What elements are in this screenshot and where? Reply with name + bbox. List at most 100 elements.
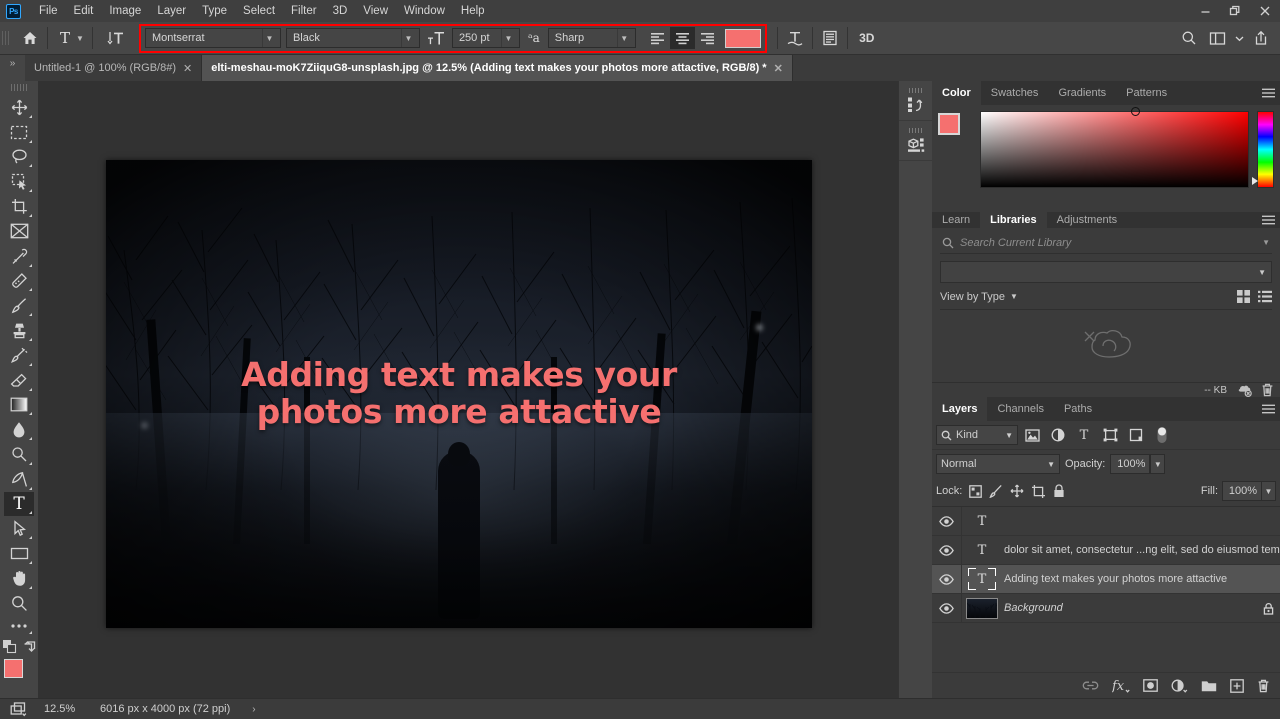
spot-healing-brush-tool[interactable] [4,269,34,294]
tools-panel-grip[interactable] [11,84,27,91]
blend-mode-select[interactable]: Normal ▼ [936,454,1060,474]
chevron-down-icon[interactable]: ▼ [76,34,84,43]
foreground-color-swatch[interactable] [938,113,960,135]
rectangular-marquee-tool[interactable] [4,120,34,145]
menu-3d[interactable]: 3D [325,2,356,20]
shape-filter-icon[interactable] [1098,425,1122,445]
document-tab-untitled-1[interactable]: Untitled-1 @ 100% (RGB/8#) ✕ [25,55,203,81]
pen-tool[interactable] [4,467,34,492]
layer-name[interactable]: Background [1002,602,1256,614]
layer-name[interactable]: Adding text makes your photos more attac… [1002,573,1280,585]
grid-view-icon[interactable] [1237,290,1250,303]
edit-toolbar-button[interactable] [4,616,34,636]
menu-select[interactable]: Select [235,2,283,20]
anti-alias-select[interactable]: Sharp ▼ [547,28,636,48]
three-d-button[interactable]: 3D [852,26,882,50]
document-tab-elti-meshau[interactable]: elti-meshau-moK7ZiiquG8-unsplash.jpg @ 1… [202,55,793,81]
font-style-select[interactable]: Black ▼ [285,28,420,48]
color-panel-swatches[interactable] [938,113,972,147]
brush-tool[interactable] [4,293,34,318]
text-orientation-icon[interactable] [103,26,129,50]
menu-file[interactable]: File [31,2,66,20]
menu-type[interactable]: Type [194,2,235,20]
tab-channels[interactable]: Channels [987,397,1054,421]
chevron-down-icon[interactable]: ▼ [1150,454,1166,474]
layer-name[interactable]: dolor sit amet, consectetur ...ng elit, … [1002,544,1280,556]
tab-patterns[interactable]: Patterns [1116,81,1178,105]
gradient-tool[interactable] [4,393,34,418]
list-view-icon[interactable] [1258,290,1272,303]
type-filter-icon[interactable]: T [1072,425,1096,445]
hand-tool[interactable] [4,566,34,591]
tab-paths[interactable]: Paths [1053,397,1103,421]
new-group-icon[interactable] [1201,679,1217,692]
cloud-offline-icon[interactable] [1236,384,1252,397]
layer-thumbnail[interactable] [962,597,1002,619]
home-icon[interactable] [17,26,43,50]
zoom-level[interactable]: 12.5% [38,703,100,715]
chevron-down-icon[interactable] [1232,26,1246,50]
dodge-tool[interactable] [4,442,34,467]
minimize-button[interactable] [1190,0,1220,22]
new-layer-icon[interactable] [1230,678,1244,693]
tab-gradients[interactable]: Gradients [1048,81,1117,105]
table-row[interactable]: T Adding text makes your photos more att… [932,565,1280,594]
add-layer-style-icon[interactable]: fx [1112,678,1130,693]
lock-artboard-nesting-icon[interactable] [1031,484,1046,498]
rectangle-tool[interactable] [4,541,34,566]
menu-edit[interactable]: Edit [66,2,102,20]
history-brush-tool[interactable] [4,343,34,368]
chevron-down-icon[interactable]: ▼ [616,29,631,47]
clone-stamp-tool[interactable] [4,318,34,343]
panel-menu-icon[interactable] [1256,397,1280,421]
foreground-background-color[interactable] [4,658,34,689]
document-canvas[interactable]: Adding text makes your photos more attac… [106,160,812,628]
blur-tool[interactable] [4,417,34,442]
menu-view[interactable]: View [355,2,396,20]
layer-visibility-toggle[interactable] [932,507,962,535]
link-layers-icon[interactable] [1082,680,1099,691]
workspace-icon[interactable] [1204,26,1230,50]
menu-help[interactable]: Help [453,2,493,20]
trash-icon[interactable] [1261,383,1274,397]
tab-learn[interactable]: Learn [932,212,981,228]
hue-slider[interactable] [1252,111,1274,188]
saturation-brightness-field[interactable] [980,107,1249,188]
layer-filter-kind[interactable]: Kind ▼ [936,425,1018,445]
restore-button[interactable] [1220,0,1250,22]
options-bar-grip[interactable] [2,25,11,51]
font-size-input[interactable]: 250 pt ▼ [451,28,520,48]
fill-input[interactable]: 100% [1222,481,1262,501]
collapse-toolbar-button[interactable]: » [0,55,25,81]
panel-menu-icon[interactable] [1256,212,1280,228]
search-input[interactable] [960,236,1257,249]
horizontal-type-tool[interactable]: T [4,491,34,517]
filter-toggle-icon[interactable] [1150,425,1174,445]
character-paragraph-panels-icon[interactable] [817,26,843,50]
warp-text-icon[interactable] [782,26,808,50]
menu-layer[interactable]: Layer [149,2,194,20]
color-marker[interactable] [1130,107,1140,116]
layer-visibility-toggle[interactable] [932,565,962,593]
frame-tool[interactable] [4,219,34,244]
layer-visibility-toggle[interactable] [932,594,962,622]
chevron-down-icon[interactable]: ▼ [1047,460,1055,469]
text-color-swatch[interactable] [724,28,761,48]
menu-filter[interactable]: Filter [283,2,325,20]
close-icon[interactable]: ✕ [774,62,783,75]
menu-image[interactable]: Image [101,2,149,20]
lasso-tool[interactable] [4,145,34,170]
lock-image-pixels-icon[interactable] [989,484,1003,498]
pixel-filter-icon[interactable] [1020,425,1044,445]
chevron-down-icon[interactable]: ▼ [500,29,515,47]
lock-transparent-pixels-icon[interactable] [969,484,983,498]
eraser-tool[interactable] [4,368,34,393]
search-icon[interactable] [1176,26,1202,50]
library-select[interactable]: ▼ [940,261,1272,283]
default-colors-icon[interactable] [2,639,17,654]
close-icon[interactable]: ✕ [183,62,192,75]
hue-slider-handle[interactable] [1252,177,1258,185]
move-tool[interactable] [4,95,34,120]
library-search-row[interactable]: ▼ [940,232,1272,254]
tab-adjustments[interactable]: Adjustments [1046,212,1128,228]
